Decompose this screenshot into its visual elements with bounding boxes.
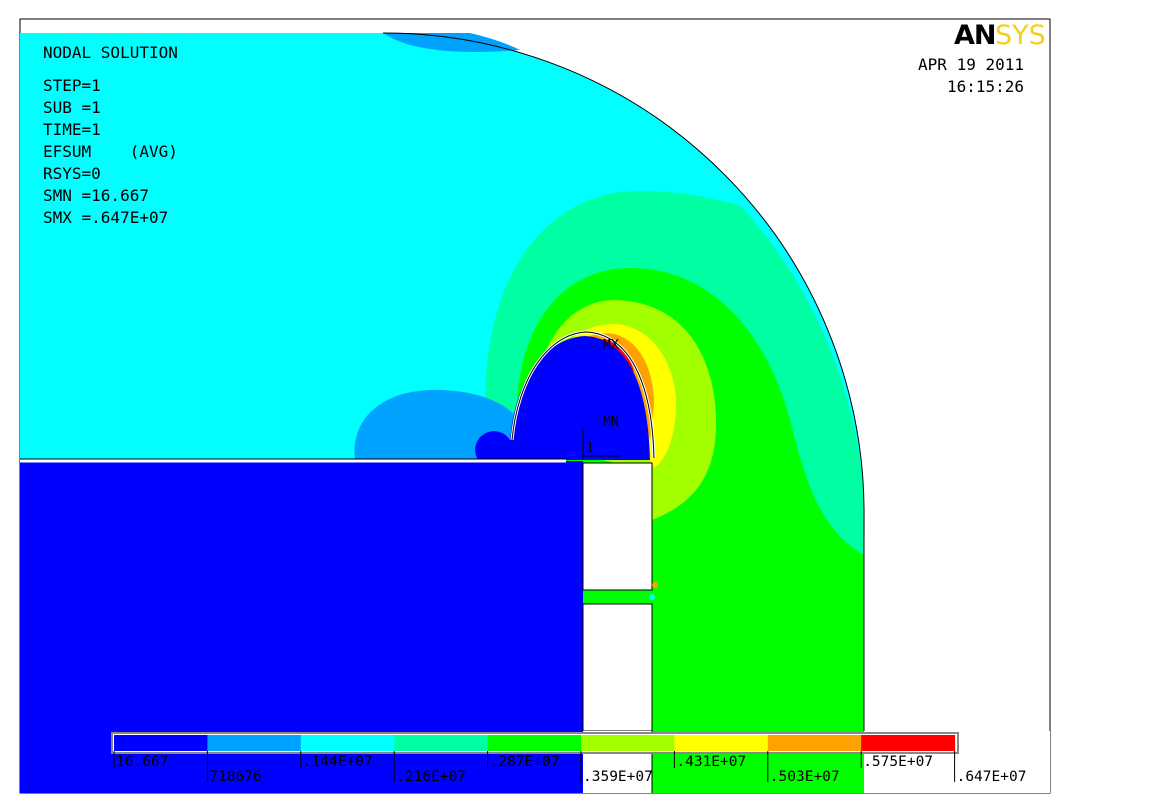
max-marker-label: MX [603, 338, 619, 353]
legend-swatch [394, 735, 489, 751]
info-line-efsum: EFSUM (AVG) [43, 142, 178, 161]
legend-label: 718676 [209, 769, 261, 785]
legend-label: .144E+07 [303, 754, 373, 770]
legend-swatch [487, 735, 582, 751]
time-label: 16:15:26 [947, 77, 1024, 96]
legend-label: .216E+07 [396, 769, 466, 785]
legend-label: .503E+07 [770, 769, 840, 785]
logo-an-text: AN [954, 20, 996, 51]
legend-swatch [581, 735, 675, 751]
info-line-smx: SMX =.647E+07 [43, 208, 168, 227]
min-marker-label: MN [603, 415, 619, 430]
legend-label: .287E+07 [490, 754, 560, 770]
legend-swatch [300, 735, 395, 751]
contour-plot-canvas: MX MN 1 NODAL SOLUTION STEP=1 SUB =1 TIM… [19, 18, 1051, 794]
info-line-title: NODAL SOLUTION [43, 43, 178, 62]
info-line-time: TIME=1 [43, 120, 101, 139]
legend-label: 16.667 [116, 754, 168, 770]
info-line-step: STEP=1 [43, 76, 101, 95]
legend-label: .431E+07 [676, 754, 746, 770]
legend-swatch [674, 735, 769, 751]
info-line-sub: SUB =1 [43, 98, 101, 117]
gap-rect-lower [582, 603, 653, 732]
legend-swatch [207, 735, 302, 751]
node-number-label: 1 [586, 441, 594, 456]
ansys-logo: AN SYS [954, 20, 1046, 51]
date-label: APR 19 2011 [918, 55, 1024, 74]
legend-swatch [114, 735, 208, 751]
info-line-rsys: RSYS=0 [43, 164, 101, 183]
gap-rect-upper [582, 462, 653, 591]
legend-label: .647E+07 [957, 769, 1027, 785]
info-line-smn: SMN =16.667 [43, 186, 149, 205]
legend-label: .359E+07 [583, 769, 653, 785]
coldspot-mark [649, 594, 655, 600]
legend-swatch [767, 735, 862, 751]
hotspot-mark [652, 582, 658, 588]
legend-swatch [861, 735, 956, 751]
logo-sys-text: SYS [995, 20, 1046, 51]
legend-label: .575E+07 [863, 754, 933, 770]
